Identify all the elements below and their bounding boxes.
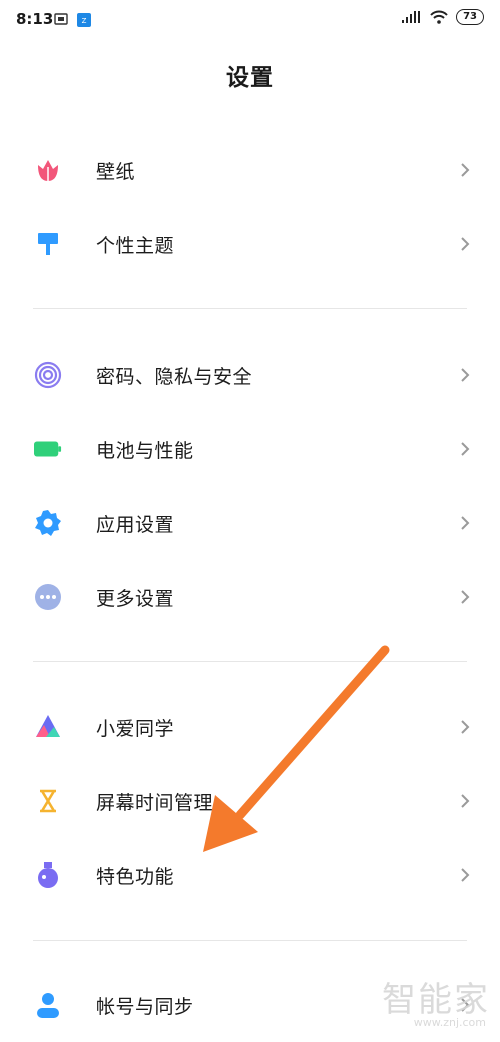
settings-item-label: 更多设置 [96, 587, 175, 610]
hourglass-icon [34, 787, 62, 815]
settings-item-more[interactable]: 更多设置 [0, 560, 500, 634]
gear-icon [34, 509, 62, 537]
settings-item-theme[interactable]: 个性主题 [0, 207, 500, 281]
status-bar: 8:13 Z 73 [0, 0, 500, 44]
chevron-right-icon [461, 516, 470, 530]
svg-text:Z: Z [82, 17, 87, 25]
settings-item-xiaoai[interactable]: 小爱同学 [0, 690, 500, 764]
settings-item-screen-time[interactable]: 屏幕时间管理 [0, 764, 500, 838]
flask-icon [34, 861, 62, 889]
settings-item-label: 屏幕时间管理 [96, 791, 214, 814]
fingerprint-icon [34, 361, 62, 389]
settings-item-label: 壁纸 [96, 160, 136, 183]
settings-item-label: 密码、隐私与安全 [96, 365, 253, 388]
page-title: 设置 [226, 65, 274, 91]
settings-item-privacy[interactable]: 密码、隐私与安全 [0, 338, 500, 412]
chevron-right-icon [461, 868, 470, 882]
watermark-url: www.znj.com [413, 1016, 486, 1029]
signal-icon [402, 11, 421, 23]
wifi-icon [430, 10, 448, 24]
xiaoai-icon [34, 713, 62, 741]
watermark-text: 智能家 [382, 980, 490, 1020]
settings-item-label: 个性主题 [96, 234, 175, 257]
chevron-right-icon [461, 368, 470, 382]
chevron-right-icon [461, 794, 470, 808]
chevron-right-icon [461, 163, 470, 177]
vpn-icon [54, 13, 68, 25]
status-time: 8:13 [16, 10, 54, 28]
notification-app-icon: Z [77, 13, 91, 27]
battery-indicator: 73 [456, 9, 484, 25]
chevron-right-icon [461, 237, 470, 251]
chevron-right-icon [461, 590, 470, 604]
watermark: 智能家 www.znj.com [370, 972, 490, 1032]
settings-item-label: 帐号与同步 [96, 995, 194, 1018]
settings-item-special-features[interactable]: 特色功能 [0, 838, 500, 912]
settings-item-battery[interactable]: 电池与性能 [0, 412, 500, 486]
chevron-right-icon [461, 442, 470, 456]
settings-item-label: 电池与性能 [96, 439, 194, 462]
user-icon [34, 991, 62, 1019]
section-divider [33, 661, 467, 662]
settings-item-label: 应用设置 [96, 513, 175, 536]
chevron-right-icon [461, 720, 470, 734]
battery-icon [34, 435, 62, 463]
section-divider [33, 308, 467, 309]
more-dots-icon [34, 583, 62, 611]
settings-item-wallpaper[interactable]: 壁纸 [0, 133, 500, 207]
paint-roller-icon [34, 230, 62, 258]
settings-item-apps[interactable]: 应用设置 [0, 486, 500, 560]
settings-item-label: 小爱同学 [96, 717, 175, 740]
tulip-icon [34, 156, 62, 184]
section-divider [33, 940, 467, 941]
settings-item-label: 特色功能 [96, 865, 175, 888]
